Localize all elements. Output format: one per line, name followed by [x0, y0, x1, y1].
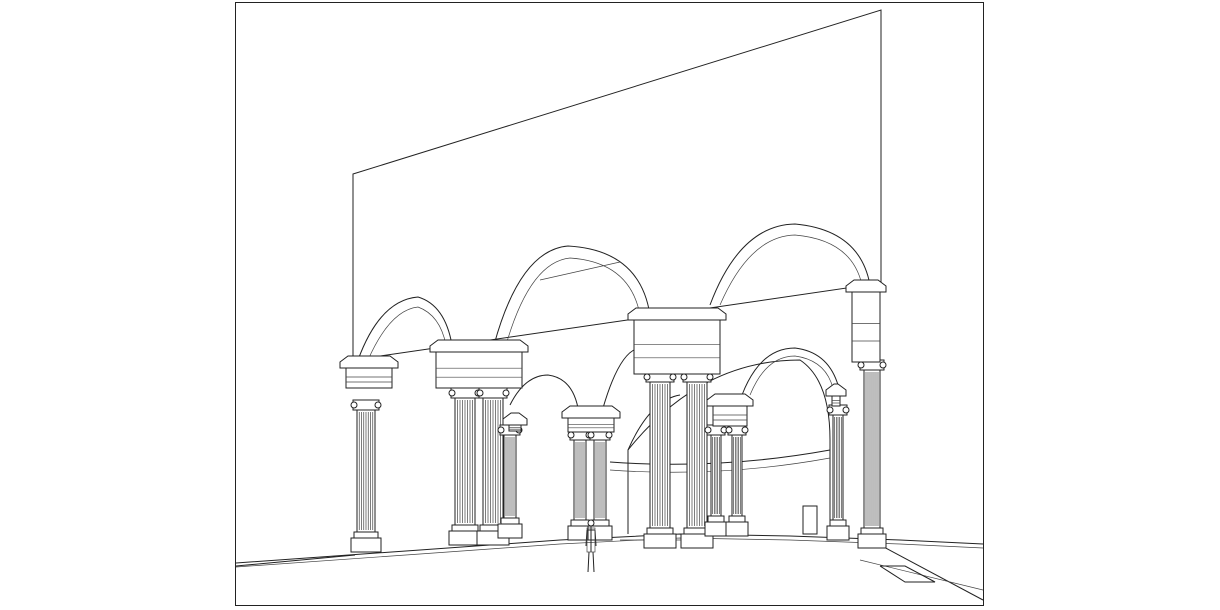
entablature-far-right [845, 279, 887, 363]
architectural-drawing [235, 2, 984, 606]
entablature-left [339, 355, 399, 389]
entablature-right-rear [706, 393, 754, 427]
entablature-left-mid [429, 339, 529, 389]
entablature-center-rear [561, 405, 621, 433]
drawing-viewport[interactable] [0, 0, 1220, 610]
entablature-center-front [627, 307, 727, 375]
